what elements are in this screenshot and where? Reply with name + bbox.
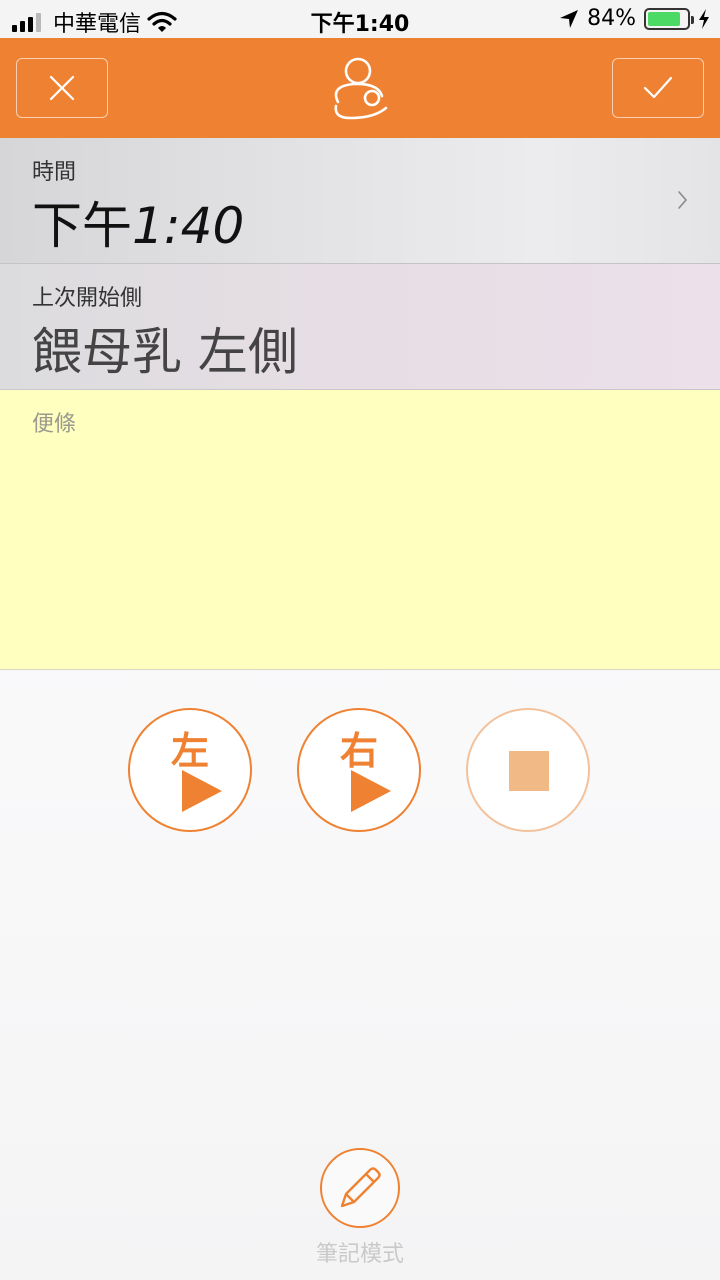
play-icon	[182, 770, 222, 812]
start-right-button[interactable]: 右	[297, 708, 421, 832]
note-mode-label: 筆記模式	[315, 1242, 404, 1267]
play-icon	[351, 770, 391, 812]
close-button[interactable]	[16, 58, 108, 118]
status-right: 84%	[559, 6, 710, 31]
last-side-label: 上次開始側	[32, 286, 143, 311]
note-mode-button[interactable]	[320, 1148, 400, 1228]
time-row[interactable]: 時間 下午1:40	[0, 138, 720, 264]
chevron-right-icon	[678, 191, 688, 209]
time-value-clock: 1:40	[132, 197, 245, 255]
left-side-label: 左	[170, 729, 209, 773]
breastfeeding-icon	[334, 57, 388, 120]
notes-placeholder: 便條	[32, 412, 77, 437]
last-side-value: 餵母乳 左側	[32, 323, 298, 381]
checkmark-icon	[643, 76, 673, 99]
start-left-button[interactable]: 左	[128, 708, 252, 832]
stop-button[interactable]	[466, 708, 590, 832]
top-bar	[0, 38, 720, 138]
confirm-button[interactable]	[612, 58, 704, 118]
notes-input[interactable]: 便條	[0, 390, 720, 670]
close-icon	[49, 75, 75, 101]
last-side-row: 上次開始側 餵母乳 左側	[0, 264, 720, 390]
time-value-prefix: 下午	[32, 197, 132, 255]
battery-icon	[644, 7, 694, 30]
time-value: 下午1:40	[32, 186, 244, 258]
right-side-label: 右	[339, 729, 378, 773]
stop-icon	[509, 751, 549, 791]
status-bar: 中華電信 下午1:40 84%	[0, 0, 720, 38]
battery-percent: 84%	[587, 6, 636, 31]
location-icon	[560, 9, 579, 28]
time-label: 時間	[32, 160, 77, 185]
battery-level	[648, 11, 680, 26]
pencil-icon	[340, 1166, 381, 1207]
charging-icon	[699, 8, 709, 29]
